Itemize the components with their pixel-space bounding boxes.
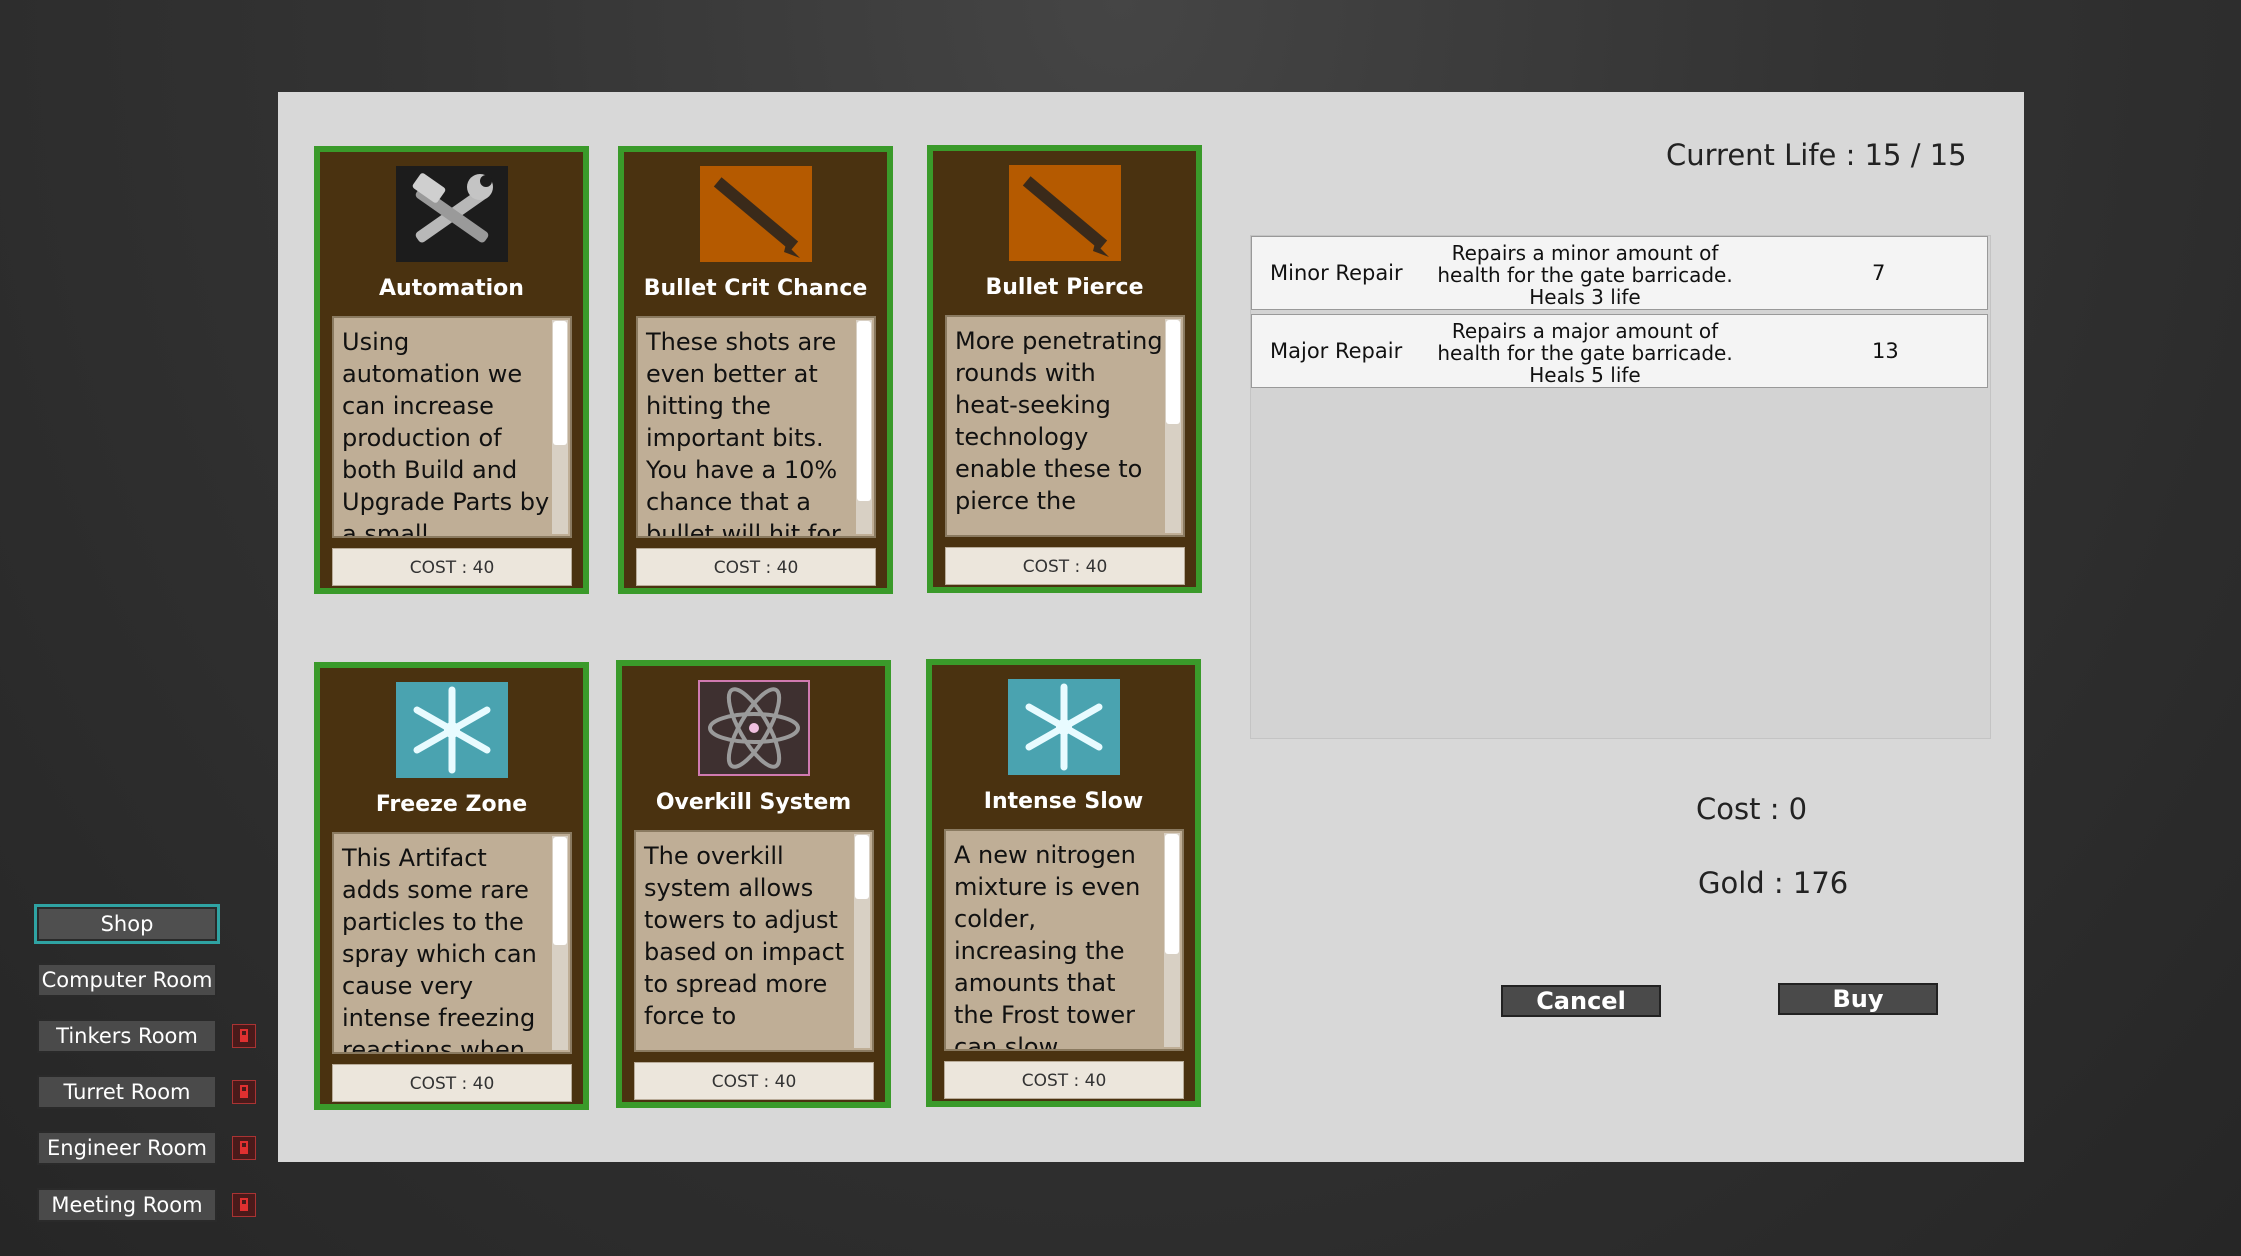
repair-description: Repairs a major amount of health for the… — [1437, 319, 1733, 387]
card-bullet-pierce[interactable]: Bullet Pierce More penetrating rounds wi… — [927, 145, 1202, 593]
card-intense-slow[interactable]: Intense Slow A new nitrogen mixture is e… — [926, 659, 1201, 1107]
card-cost: COST : 40 — [634, 1062, 874, 1100]
lock-icon — [232, 1136, 256, 1160]
repair-row-minor[interactable]: Minor Repair Repairs a minor amount of h… — [1251, 236, 1988, 310]
repair-name: Minor Repair — [1270, 261, 1403, 285]
atom-icon — [698, 680, 810, 776]
repair-description: Repairs a minor amount of health for the… — [1437, 241, 1733, 309]
snowflake-icon — [396, 682, 508, 778]
card-description[interactable]: This Artifact adds some rare particles t… — [332, 832, 572, 1054]
scrollbar[interactable] — [552, 320, 568, 534]
card-title: Freeze Zone — [375, 792, 528, 817]
scrollbar[interactable] — [1165, 319, 1181, 533]
total-cost: Cost : 0 — [1696, 792, 1808, 826]
card-cost: COST : 40 — [636, 548, 876, 586]
card-automation[interactable]: Automation Using automation we can incre… — [314, 146, 589, 594]
card-title: Bullet Pierce — [985, 275, 1144, 300]
hammer-wrench-icon — [396, 166, 508, 262]
nav-tinkers-room[interactable]: Tinkers Room — [37, 1019, 217, 1053]
card-title: Automation — [379, 276, 524, 301]
scrollbar[interactable] — [856, 320, 872, 534]
current-life: Current Life : 15 / 15 — [1666, 138, 1967, 172]
card-description[interactable]: A new nitrogen mixture is even colder, i… — [944, 829, 1184, 1051]
card-cost: COST : 40 — [945, 547, 1185, 585]
snowflake-icon — [1008, 679, 1120, 775]
repair-cost: 13 — [1872, 339, 1899, 363]
scrollbar[interactable] — [1164, 833, 1180, 1047]
card-cost: COST : 40 — [332, 1064, 572, 1102]
repair-list: Minor Repair Repairs a minor amount of h… — [1250, 235, 1991, 739]
repair-cost: 7 — [1872, 261, 1886, 285]
lock-icon — [232, 1080, 256, 1104]
card-overkill-system[interactable]: Overkill System The overkill system allo… — [616, 660, 891, 1108]
nav-shop[interactable]: Shop — [34, 904, 220, 944]
shop-panel: Automation Using automation we can incre… — [278, 92, 2024, 1162]
card-title: Intense Slow — [983, 789, 1144, 814]
lock-icon — [232, 1024, 256, 1048]
card-cost: COST : 40 — [944, 1061, 1184, 1099]
card-bullet-crit-chance[interactable]: Bullet Crit Chance These shots are even … — [618, 146, 893, 594]
buy-button[interactable]: Buy — [1778, 983, 1938, 1015]
bullet-icon — [1009, 165, 1121, 261]
scrollbar[interactable] — [552, 836, 568, 1050]
card-title: Overkill System — [655, 790, 852, 815]
gold-amount: Gold : 176 — [1698, 866, 1849, 900]
card-freeze-zone[interactable]: Freeze Zone This Artifact adds some rare… — [314, 662, 589, 1110]
repair-row-major[interactable]: Major Repair Repairs a major amount of h… — [1251, 314, 1988, 388]
nav-computer-room[interactable]: Computer Room — [37, 963, 217, 997]
cancel-button[interactable]: Cancel — [1501, 985, 1661, 1017]
nav-turret-room[interactable]: Turret Room — [37, 1075, 217, 1109]
repair-name: Major Repair — [1270, 339, 1403, 363]
card-description[interactable]: These shots are even better at hitting t… — [636, 316, 876, 538]
nav-meeting-room[interactable]: Meeting Room — [37, 1188, 217, 1222]
card-description[interactable]: More penetrating rounds with heat-seekin… — [945, 315, 1185, 537]
card-description[interactable]: Using automation we can increase product… — [332, 316, 572, 538]
nav-engineer-room[interactable]: Engineer Room — [37, 1131, 217, 1165]
lock-icon — [232, 1193, 256, 1217]
card-title: Bullet Crit Chance — [643, 276, 868, 301]
card-cost: COST : 40 — [332, 548, 572, 586]
scrollbar[interactable] — [854, 834, 870, 1048]
bullet-icon — [700, 166, 812, 262]
card-description[interactable]: The overkill system allows towers to adj… — [634, 830, 874, 1052]
